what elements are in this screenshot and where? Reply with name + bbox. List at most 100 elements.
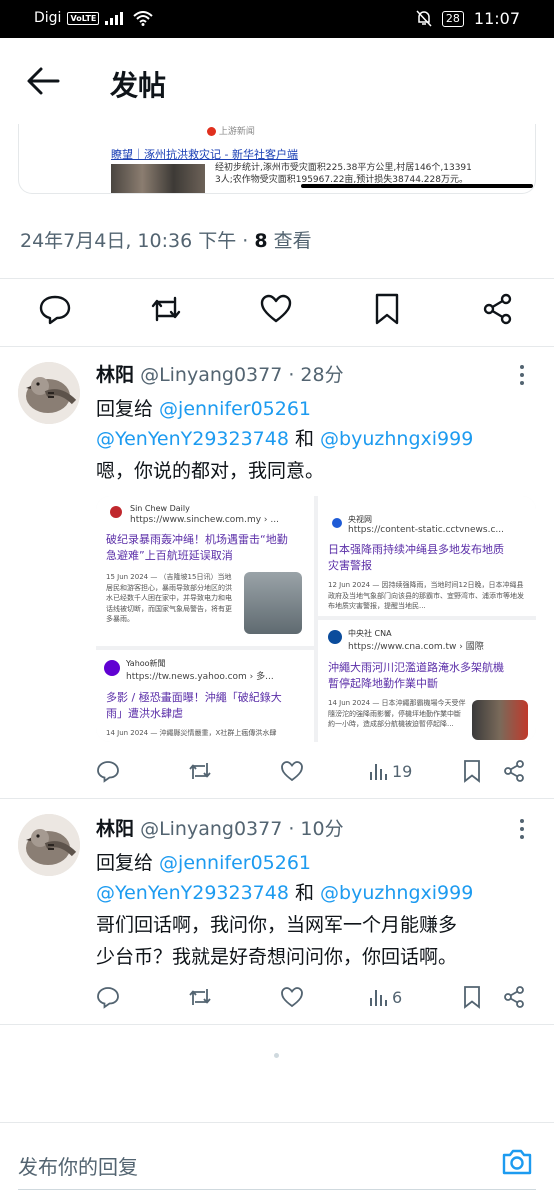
sinchew-logo-icon bbox=[110, 506, 122, 518]
mention-link[interactable]: @byuzhngxi999 bbox=[320, 882, 473, 904]
embed-thumbnail bbox=[111, 164, 205, 193]
tweet-text-line: 哥们回话啊，我问你，当网军一个月能赚多 bbox=[96, 914, 458, 936]
news-thumbnail bbox=[244, 572, 302, 634]
mention-link[interactable]: @YenYenY29323748 bbox=[96, 428, 289, 450]
tweet-action-bar: 19 bbox=[96, 758, 536, 786]
divider bbox=[0, 1024, 554, 1025]
app-header: 发帖 bbox=[0, 38, 554, 124]
embed-source-label: 上游新闻 bbox=[218, 127, 255, 137]
reply-to-line: @YenYenY29323748 和 @byuzhngxi999 bbox=[96, 878, 473, 905]
cctv-logo-icon bbox=[332, 518, 342, 528]
news-source: 中央社 CNA bbox=[348, 629, 392, 638]
news-title: 日本强降雨持续冲绳县多地发布地质 灾害警报 bbox=[328, 542, 534, 574]
signal-icon bbox=[105, 12, 124, 25]
like-icon[interactable] bbox=[280, 758, 304, 784]
news-body: 15 Jun 2024 — （吉隆坡15日讯）当地居民和游客担心，暴雨导致部分地… bbox=[106, 573, 232, 623]
share-icon[interactable] bbox=[502, 758, 526, 784]
reply-input-underline bbox=[18, 1189, 536, 1190]
reply-icon[interactable] bbox=[38, 292, 72, 326]
share-icon[interactable] bbox=[502, 984, 526, 1010]
bookmark-icon[interactable] bbox=[460, 984, 484, 1010]
news-url: https://tw.news.yahoo.com › 多... bbox=[126, 672, 274, 682]
news-url: https://content-static.cctvnews.c... bbox=[348, 525, 504, 535]
news-url: https://www.cna.com.tw › 國際 bbox=[348, 642, 484, 652]
news-card[interactable]: 央视网 https://content-static.cctvnews.c...… bbox=[318, 496, 536, 616]
reply-to-line: 回复给 @jennifer05261 bbox=[96, 848, 311, 875]
reply-input[interactable]: 发布你的回复 bbox=[18, 1151, 138, 1180]
tweet-action-bar: 6 bbox=[96, 984, 536, 1012]
views-count: 19 bbox=[392, 761, 413, 781]
views-stat[interactable]: 6 bbox=[368, 984, 402, 1010]
views-label: 查看 bbox=[267, 230, 312, 252]
avatar[interactable] bbox=[18, 362, 80, 424]
news-source: Sin Chew Daily bbox=[130, 504, 190, 513]
news-title-line: 多影 / 極恐畫面曝！沖繩「破紀錄大 bbox=[106, 691, 282, 704]
bookmark-icon[interactable] bbox=[460, 758, 484, 784]
embed-body-line: 经初步统计,涿州市受灾面积225.38平方公里,村居146个,13391 bbox=[215, 163, 472, 173]
news-body: 14 Jun 2024 — 沖繩縣災情嚴重，X社群上瘋傳洪水肆 bbox=[106, 729, 277, 737]
mention-link[interactable]: @YenYenY29323748 bbox=[96, 882, 289, 904]
reply-icon[interactable] bbox=[96, 758, 120, 784]
tweet-text: 嗯，你说的都对，我同意。 bbox=[96, 460, 325, 482]
news-thumbnail bbox=[472, 700, 528, 740]
author-name[interactable]: 林阳 bbox=[96, 364, 134, 386]
news-title: 多影 / 極恐畫面曝！沖繩「破紀錄大 雨」遭洪水肆虐 bbox=[106, 690, 312, 722]
reply-to-label: 回复给 bbox=[96, 852, 160, 874]
mute-bell-icon bbox=[416, 10, 432, 27]
news-body: 12 Jun 2024 — 因持续强降雨，当地时间12日晚，日本冲绳县政府及当地… bbox=[328, 581, 524, 610]
avatar[interactable] bbox=[18, 814, 80, 876]
clock: 11:07 bbox=[473, 9, 520, 28]
tweet-text-line: 少台币？我就是好奇想问问你，你回话啊。 bbox=[96, 946, 458, 968]
like-icon[interactable] bbox=[280, 984, 304, 1010]
news-source: Yahoo新聞 bbox=[126, 659, 166, 668]
retweet-icon[interactable] bbox=[188, 758, 212, 784]
reply-icon[interactable] bbox=[96, 984, 120, 1010]
back-arrow-icon[interactable] bbox=[26, 66, 60, 96]
tweet-header: 林阳 @Linyang0377 · 28分 bbox=[96, 360, 344, 387]
author-name[interactable]: 林阳 bbox=[96, 818, 134, 840]
timestamp-text: 24年7月4日, 10:36 下午 · bbox=[20, 230, 255, 252]
news-card[interactable]: 中央社 CNA https://www.cna.com.tw › 國際 沖繩大雨… bbox=[318, 620, 536, 742]
attached-image-grid[interactable]: Sin Chew Daily https://www.sinchew.com.m… bbox=[96, 496, 536, 742]
and-label: 和 bbox=[288, 882, 321, 904]
attached-image[interactable]: 上游新闻 瞭望｜涿州抗洪救灾记 - 新华社客户端 经初步统计,涿州市受灾面积22… bbox=[18, 124, 536, 194]
news-title-line: 日本强降雨持续冲绳县多地发布地质 bbox=[328, 543, 504, 556]
views-icon bbox=[370, 990, 387, 1006]
views-count: 6 bbox=[392, 987, 403, 1007]
post-timestamp: 24年7月4日, 10:36 下午 · 8 查看 bbox=[20, 226, 312, 253]
news-source: 央视网 bbox=[348, 515, 372, 524]
more-icon[interactable] bbox=[516, 364, 528, 386]
battery-indicator: 28 bbox=[441, 10, 464, 27]
share-icon[interactable] bbox=[481, 292, 515, 326]
news-card[interactable]: Sin Chew Daily https://www.sinchew.com.m… bbox=[96, 496, 314, 646]
retweet-icon[interactable] bbox=[188, 984, 212, 1010]
volte-badge: VoLTE bbox=[67, 11, 100, 25]
camera-icon[interactable] bbox=[500, 1145, 534, 1179]
like-icon[interactable] bbox=[259, 292, 293, 326]
embed-headline: 瞭望｜涿州抗洪救灾记 - 新华社客户端 bbox=[111, 148, 298, 161]
mention-link[interactable]: @byuzhngxi999 bbox=[320, 428, 473, 450]
bookmark-icon[interactable] bbox=[370, 292, 404, 326]
news-title-line: 沖繩大雨河川氾濫道路淹水多架航機 bbox=[328, 661, 504, 674]
wifi-icon bbox=[133, 10, 154, 26]
news-card[interactable]: Yahoo新聞 https://tw.news.yahoo.com › 多...… bbox=[96, 650, 314, 742]
source-logo-icon bbox=[207, 127, 216, 136]
views-stat[interactable]: 19 bbox=[368, 758, 412, 784]
mention-link[interactable]: @jennifer05261 bbox=[159, 852, 311, 874]
more-icon[interactable] bbox=[516, 818, 528, 840]
image-scroll-indicator bbox=[301, 184, 533, 188]
loading-indicator bbox=[274, 1053, 279, 1058]
mention-link[interactable]: @jennifer05261 bbox=[159, 398, 311, 420]
yahoo-logo-icon bbox=[104, 660, 120, 676]
news-title: 沖繩大雨河川氾濫道路淹水多架航機 暫停起降地勤作業中斷 bbox=[328, 660, 534, 692]
news-title-line: 暫停起降地勤作業中斷 bbox=[328, 677, 438, 690]
news-title-line: 急避难”上百航班延误取消 bbox=[106, 549, 233, 562]
cna-logo-icon bbox=[328, 630, 342, 644]
retweet-icon[interactable] bbox=[149, 292, 183, 326]
reply-to-label: 回复给 bbox=[96, 398, 160, 420]
reply-to-line: 回复给 @jennifer05261 bbox=[96, 394, 311, 421]
views-icon bbox=[370, 764, 387, 780]
embed-source: 上游新闻 bbox=[207, 124, 255, 137]
divider bbox=[0, 278, 554, 279]
news-title-line: 灾害警报 bbox=[328, 559, 372, 572]
